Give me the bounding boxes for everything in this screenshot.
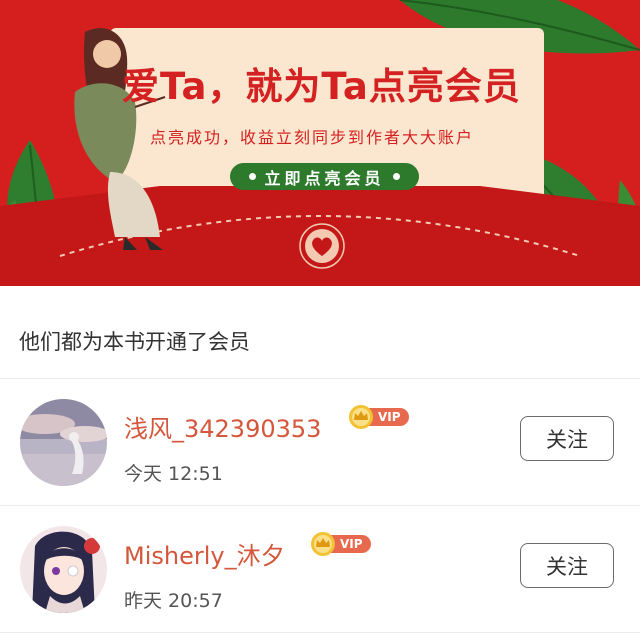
- banner-subline: 点亮成功，收益立刻同步到作者大大账户: [150, 128, 475, 147]
- banner-headline: 爱Ta，就为Ta点亮会员: [122, 65, 521, 108]
- crown-icon: [311, 532, 335, 556]
- follow-button[interactable]: 关注: [520, 543, 614, 588]
- section-title: 他们都为本书开通了会员: [0, 286, 640, 379]
- dot-icon: [249, 173, 257, 180]
- heart-seal-icon: [299, 223, 345, 269]
- promo-banner[interactable]: 爱Ta，就为Ta点亮会员 点亮成功，收益立刻同步到作者大大账户 立即点亮会员: [0, 0, 640, 286]
- subscribe-time: 昨天 20:57: [124, 590, 223, 612]
- dot-icon: [392, 173, 400, 180]
- avatar-image: [20, 399, 107, 486]
- follow-button[interactable]: 关注: [520, 416, 614, 461]
- cta-label: 立即点亮会员: [264, 168, 385, 188]
- crown-icon: [349, 405, 373, 429]
- avatar[interactable]: [20, 399, 107, 486]
- list-item[interactable]: Misherly_沐夕 VIP 昨天 20:57 关注: [0, 506, 640, 633]
- vip-badge: VIP: [310, 531, 371, 557]
- light-up-membership-button[interactable]: 立即点亮会员: [230, 163, 419, 190]
- subscribe-time: 今天 12:51: [124, 463, 223, 485]
- avatar[interactable]: [20, 526, 107, 613]
- vip-badge: VIP: [348, 404, 409, 430]
- avatar-image: [20, 526, 107, 613]
- member-name[interactable]: Misherly_沐夕: [124, 536, 285, 571]
- list-item[interactable]: 浅风_342390353 VIP 今天 12:51 关注: [0, 379, 640, 506]
- member-name[interactable]: 浅风_342390353: [124, 409, 321, 444]
